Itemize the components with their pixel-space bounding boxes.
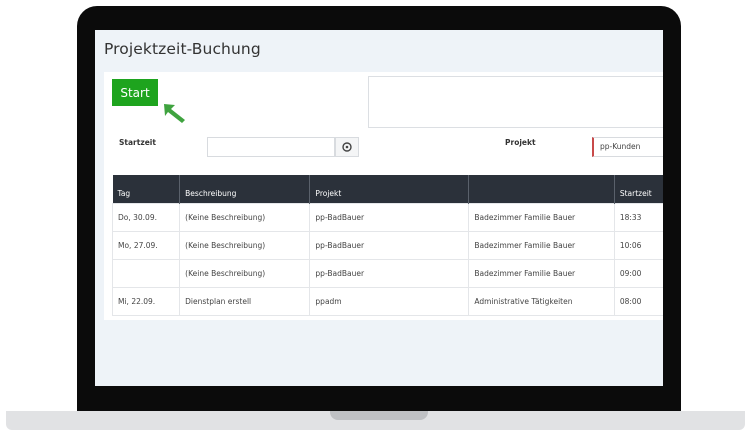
description-textarea[interactable] — [368, 76, 663, 128]
table-cell-day — [111, 258, 181, 288]
table-cell-project: ppadm — [309, 286, 470, 316]
table-cell-project: pp-BadBauer — [309, 230, 470, 260]
column-header[interactable]: Projekt — [309, 175, 469, 203]
table-row[interactable]: (Keine Beschreibung) pp-BadBauer Badezim… — [111, 258, 663, 288]
column-header[interactable]: Beschreibung — [179, 175, 310, 203]
table-cell-starttime: 08:00 — [613, 286, 663, 316]
table-cell-project: pp-BadBauer — [309, 202, 470, 232]
table-cell-description: (Keine Beschreibung) — [179, 202, 311, 232]
table-cell-description: (Keine Beschreibung) — [179, 230, 311, 260]
booking-panel: Start Startzeit Projekt pp-Kunden Tag Be… — [104, 72, 663, 320]
column-header[interactable]: Startzeit — [613, 175, 663, 203]
laptop-screen: Projektzeit-Buchung Start Startzeit Proj… — [95, 30, 663, 386]
start-button[interactable]: Start — [112, 79, 158, 106]
starttime-label: Startzeit — [119, 138, 156, 147]
table-cell-description: (Keine Beschreibung) — [179, 258, 311, 288]
table-cell-project: pp-BadBauer — [309, 258, 470, 288]
arrow-up-left-icon — [164, 104, 185, 123]
project-label: Projekt — [505, 138, 536, 147]
starttime-input[interactable] — [207, 137, 335, 157]
table-cell-description: Dienstplan erstell — [179, 286, 311, 316]
table-cell-day: Do, 30.09. — [111, 202, 181, 232]
table-cell-project-name: Badezimmer Familie Bauer — [468, 202, 615, 232]
table-cell-day: Mi, 22.09. — [111, 286, 181, 316]
table-cell-project-name: Badezimmer Familie Bauer — [468, 230, 615, 260]
table-cell-project-name: Badezimmer Familie Bauer — [468, 258, 615, 288]
project-select[interactable]: pp-Kunden — [592, 137, 663, 157]
page-title: Projektzeit-Buchung — [104, 40, 261, 58]
table-row[interactable]: Mi, 22.09. Dienstplan erstell ppadm Admi… — [111, 286, 663, 316]
column-header[interactable] — [468, 175, 615, 203]
table-cell-day: Mo, 27.09. — [111, 230, 181, 260]
table-cell-starttime: 18:33 — [613, 202, 663, 232]
time-entries-table: Tag Beschreibung Projekt Startzeit Do, 3… — [111, 175, 663, 316]
table-cell-project-name: Administrative Tätigkeiten — [468, 286, 615, 316]
table-row[interactable]: Mo, 27.09. (Keine Beschreibung) pp-BadBa… — [111, 230, 663, 260]
table-cell-starttime: 09:00 — [613, 258, 663, 288]
table-row[interactable]: Do, 30.09. (Keine Beschreibung) pp-BadBa… — [111, 202, 663, 232]
column-header[interactable]: Tag — [112, 175, 180, 203]
table-cell-starttime: 10:06 — [613, 230, 663, 260]
laptop-notch — [330, 411, 428, 420]
clock-icon[interactable] — [335, 137, 359, 157]
table-header-row: Tag Beschreibung Projekt Startzeit — [112, 175, 663, 203]
